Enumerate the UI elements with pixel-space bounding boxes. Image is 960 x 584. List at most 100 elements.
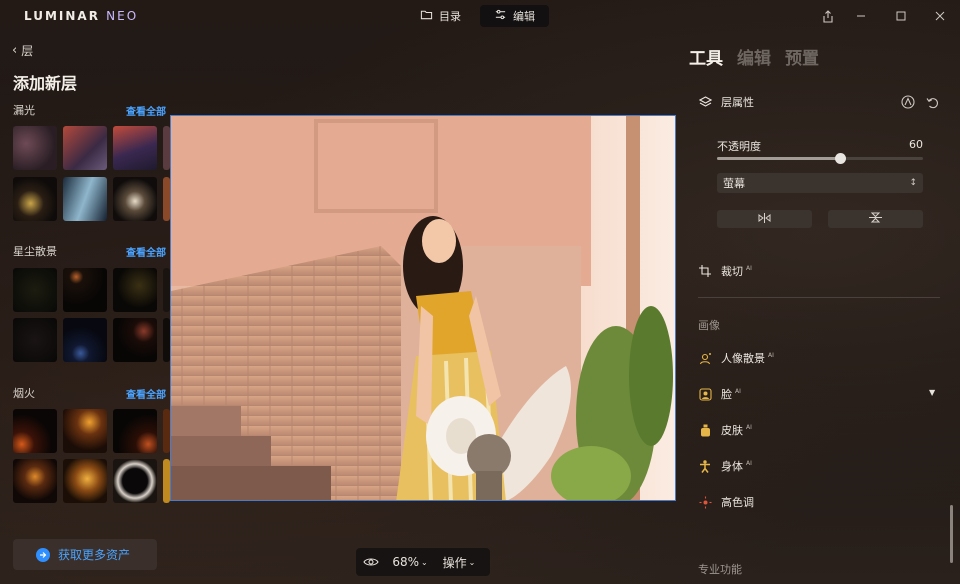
tab-edit-panel[interactable]: 编辑 bbox=[737, 44, 771, 69]
right-panel-scrollbar[interactable] bbox=[950, 505, 953, 563]
high-key-icon bbox=[698, 495, 712, 509]
asset-thumbnail[interactable] bbox=[163, 177, 170, 221]
asset-thumbnail[interactable] bbox=[163, 268, 170, 312]
ai-badge: AI bbox=[746, 423, 752, 431]
ai-badge: AI bbox=[746, 264, 752, 272]
view-all-link[interactable]: 查看全部 bbox=[126, 103, 166, 118]
ai-badge: AI bbox=[768, 351, 774, 359]
asset-thumbnail[interactable] bbox=[163, 409, 170, 453]
blend-mode-select[interactable]: 萤幕 ↕ bbox=[717, 173, 923, 193]
asset-thumbnail[interactable] bbox=[63, 409, 107, 453]
photo-canvas[interactable] bbox=[170, 115, 676, 501]
tool-label: 裁切 bbox=[721, 265, 743, 278]
panel-title: 添加新层 bbox=[13, 74, 78, 93]
zoom-value: 68% bbox=[392, 555, 419, 569]
asset-thumbnail[interactable] bbox=[13, 177, 57, 221]
layers-icon bbox=[698, 95, 712, 109]
tool-skin[interactable]: 皮肤 AI bbox=[698, 422, 752, 438]
section-label: 漏光 bbox=[13, 104, 35, 117]
actions-label: 操作 bbox=[442, 555, 467, 570]
opacity-slider-fill bbox=[717, 157, 841, 160]
arrow-right-circle-icon bbox=[36, 547, 50, 562]
blend-mode-value: 萤幕 bbox=[723, 177, 745, 190]
divider bbox=[698, 297, 940, 298]
tool-crop[interactable]: 裁切 AI bbox=[698, 263, 752, 279]
mask-icon[interactable] bbox=[901, 94, 915, 113]
tool-label: 皮肤 bbox=[721, 424, 743, 437]
tool-label: 人像散景 bbox=[721, 352, 765, 365]
flip-vertical-button[interactable] bbox=[828, 210, 923, 228]
opacity-value: 60 bbox=[909, 138, 923, 151]
layer-properties-header[interactable]: 层属性 bbox=[698, 94, 754, 110]
asset-thumbnail[interactable] bbox=[13, 409, 57, 453]
view-all-link[interactable]: 查看全部 bbox=[126, 244, 166, 259]
asset-thumbnail[interactable] bbox=[163, 126, 170, 170]
asset-thumbnail[interactable] bbox=[113, 459, 157, 503]
tab-label: 编辑 bbox=[513, 10, 535, 23]
tab-presets[interactable]: 预置 bbox=[785, 44, 819, 69]
chevron-updown-icon: ↕ bbox=[909, 178, 917, 188]
asset-thumbnail[interactable] bbox=[13, 126, 57, 170]
tool-face[interactable]: 脸 AI bbox=[698, 386, 741, 402]
photo-image bbox=[171, 116, 675, 500]
asset-thumbnail[interactable] bbox=[163, 459, 170, 503]
layer-properties-title: 层属性 bbox=[721, 96, 754, 109]
asset-thumbnail[interactable] bbox=[13, 318, 57, 362]
app-logo: LUMINAR NEO bbox=[24, 9, 139, 23]
asset-thumbnail[interactable] bbox=[113, 268, 157, 312]
share-icon[interactable] bbox=[818, 6, 838, 26]
tool-label: 高色调 bbox=[721, 496, 754, 509]
tool-portrait-bokeh[interactable]: 人像散景 AI bbox=[698, 350, 774, 366]
right-panel-tabs: 工具 编辑 预置 bbox=[689, 44, 819, 69]
folder-icon bbox=[420, 8, 433, 24]
tab-tools[interactable]: 工具 bbox=[689, 44, 723, 69]
top-bar: LUMINAR NEO 目录 编辑 bbox=[0, 0, 960, 32]
asset-thumbnail[interactable] bbox=[113, 409, 157, 453]
get-more-assets-button[interactable]: 获取更多资产 bbox=[13, 539, 157, 570]
minimize-icon[interactable] bbox=[851, 6, 871, 26]
face-icon bbox=[698, 387, 712, 401]
flip-horizontal-icon bbox=[758, 212, 771, 226]
portrait-bokeh-icon bbox=[698, 351, 712, 365]
tool-high-key[interactable]: 高色调 bbox=[698, 494, 754, 510]
flip-horizontal-button[interactable] bbox=[717, 210, 812, 228]
maximize-icon[interactable] bbox=[891, 6, 911, 26]
asset-thumbnail[interactable] bbox=[63, 126, 107, 170]
asset-thumbnail[interactable] bbox=[113, 126, 157, 170]
close-icon[interactable] bbox=[930, 6, 950, 26]
view-all-link[interactable]: 查看全部 bbox=[126, 386, 166, 401]
opacity-slider[interactable] bbox=[717, 153, 923, 164]
get-more-label: 获取更多资产 bbox=[58, 548, 131, 562]
asset-thumbnail[interactable] bbox=[63, 268, 107, 312]
back-button[interactable]: ‹ 层 bbox=[12, 42, 33, 59]
asset-thumbnail[interactable] bbox=[63, 318, 107, 362]
actions-dropdown[interactable]: 操作 ⌄ bbox=[434, 554, 484, 571]
chevron-down-icon: ⌄ bbox=[420, 557, 428, 567]
section-label: 烟火 bbox=[13, 387, 35, 400]
asset-thumbnail[interactable] bbox=[113, 177, 157, 221]
sliders-icon bbox=[494, 8, 507, 24]
eye-icon[interactable] bbox=[356, 557, 386, 567]
section-label: 星尘散景 bbox=[13, 245, 57, 258]
tab-label: 目录 bbox=[439, 10, 461, 23]
asset-thumbnail[interactable] bbox=[63, 177, 107, 221]
chevron-left-icon: ‹ bbox=[12, 43, 18, 58]
expand-arrow-icon[interactable]: ▼ bbox=[929, 388, 935, 397]
skin-icon bbox=[698, 423, 712, 437]
back-label: 层 bbox=[21, 44, 34, 58]
ai-badge: AI bbox=[746, 459, 752, 467]
asset-thumbnail[interactable] bbox=[113, 318, 157, 362]
tool-body[interactable]: 身体 AI bbox=[698, 458, 752, 474]
zoom-dropdown[interactable]: 68% ⌄ bbox=[386, 555, 434, 569]
asset-thumbnail[interactable] bbox=[163, 318, 170, 362]
flip-vertical-icon bbox=[869, 212, 882, 226]
asset-thumbnail[interactable] bbox=[13, 459, 57, 503]
reset-icon[interactable] bbox=[926, 94, 939, 113]
bottom-toolbar: 68% ⌄ 操作 ⌄ bbox=[356, 548, 490, 576]
ai-badge: AI bbox=[735, 387, 741, 395]
tab-catalog[interactable]: 目录 bbox=[406, 5, 475, 27]
asset-thumbnail[interactable] bbox=[13, 268, 57, 312]
asset-thumbnail[interactable] bbox=[63, 459, 107, 503]
tab-edit[interactable]: 编辑 bbox=[480, 5, 549, 27]
tool-label: 脸 bbox=[721, 388, 732, 401]
